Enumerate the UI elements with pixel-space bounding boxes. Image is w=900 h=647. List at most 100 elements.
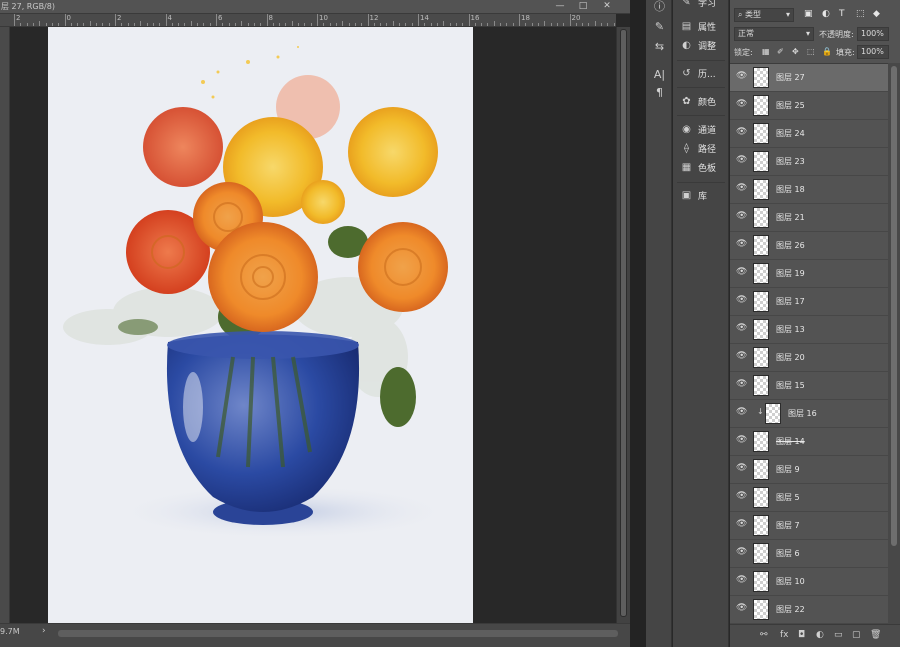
canvas-vertical-scrollbar[interactable] bbox=[616, 27, 630, 623]
layer-thumbnail[interactable] bbox=[753, 95, 769, 116]
layer-name[interactable]: 图层 9 bbox=[776, 464, 800, 475]
panel-history[interactable]: ↺ 历... bbox=[680, 67, 715, 81]
layer-thumbnail[interactable] bbox=[753, 571, 769, 592]
layer-name[interactable]: 图层 16 bbox=[788, 408, 817, 419]
eye-icon[interactable]: 👁 bbox=[736, 324, 747, 333]
layer-row[interactable]: 👁 图层 21 bbox=[730, 204, 888, 232]
eye-icon[interactable]: 👁 bbox=[736, 352, 747, 361]
layer-row[interactable]: 👁 图层 18 bbox=[730, 176, 888, 204]
layer-thumbnail[interactable] bbox=[753, 515, 769, 536]
panel-properties[interactable]: ▤ 属性 bbox=[680, 20, 716, 34]
scrollbar-thumb[interactable] bbox=[891, 66, 897, 546]
eye-icon[interactable]: 👁 bbox=[736, 380, 747, 389]
eye-icon[interactable]: 👁 bbox=[736, 492, 747, 501]
panel-swatches[interactable]: ▦ 色板 bbox=[680, 161, 716, 175]
layer-row[interactable]: 👁 图层 25 bbox=[730, 92, 888, 120]
info-icon[interactable]: ⓘ bbox=[653, 0, 666, 13]
layer-thumbnail[interactable] bbox=[753, 375, 769, 396]
layer-name[interactable]: 图层 5 bbox=[776, 492, 800, 503]
layer-row[interactable]: 👁 ↓ 图层 16 bbox=[730, 400, 888, 428]
horizontal-ruler[interactable]: 202468101214161820222426 bbox=[0, 14, 616, 27]
new-layer-icon[interactable]: ▢ bbox=[852, 630, 861, 640]
layer-thumbnail[interactable] bbox=[753, 67, 769, 88]
layer-thumbnail[interactable] bbox=[753, 151, 769, 172]
layer-row[interactable]: 👁 图层 19 bbox=[730, 260, 888, 288]
eye-icon[interactable]: 👁 bbox=[736, 128, 747, 137]
scrollbar-thumb[interactable] bbox=[620, 29, 627, 617]
layer-name[interactable]: 图层 26 bbox=[776, 240, 805, 251]
minimize-button[interactable]: — bbox=[550, 0, 570, 13]
eye-icon[interactable]: 👁 bbox=[736, 604, 747, 613]
layer-row[interactable]: 👁 图层 20 bbox=[730, 344, 888, 372]
paragraph-icon[interactable]: ¶ bbox=[653, 86, 666, 99]
layer-name[interactable]: 图层 27 bbox=[776, 72, 805, 83]
layer-row[interactable]: 👁 图层 13 bbox=[730, 316, 888, 344]
layer-row[interactable]: 👁 图层 22 bbox=[730, 596, 888, 624]
canvas-horizontal-scrollbar[interactable] bbox=[58, 630, 618, 637]
layer-thumbnail[interactable] bbox=[765, 403, 781, 424]
eye-icon[interactable]: 👁 bbox=[736, 100, 747, 109]
lock-all-icon[interactable]: 🔒 bbox=[822, 47, 832, 56]
layer-name[interactable]: 图层 7 bbox=[776, 520, 800, 531]
filter-shape-icon[interactable]: ⬚ bbox=[856, 9, 865, 19]
layer-name[interactable]: 图层 19 bbox=[776, 268, 805, 279]
panel-channels[interactable]: ◉ 通道 bbox=[680, 123, 716, 137]
layer-row[interactable]: 👁 图层 9 bbox=[730, 456, 888, 484]
layer-name[interactable]: 图层 25 bbox=[776, 100, 805, 111]
layer-row[interactable]: 👁 图层 17 bbox=[730, 288, 888, 316]
eye-icon[interactable]: 👁 bbox=[736, 156, 747, 165]
eye-icon[interactable]: 👁 bbox=[736, 520, 747, 529]
layer-row[interactable]: 👁 图层 10 bbox=[730, 568, 888, 596]
eye-icon[interactable]: 👁 bbox=[736, 296, 747, 305]
layer-row[interactable]: 👁 图层 15 bbox=[730, 372, 888, 400]
delete-layer-icon[interactable]: 🗑 bbox=[870, 630, 881, 640]
layer-thumbnail[interactable] bbox=[753, 543, 769, 564]
eye-icon[interactable]: 👁 bbox=[736, 548, 747, 557]
lock-position-icon[interactable]: ✥ bbox=[792, 47, 799, 56]
character-icon[interactable]: A| bbox=[653, 68, 666, 81]
opacity-input[interactable]: 100% bbox=[857, 27, 889, 41]
eye-icon[interactable]: 👁 bbox=[736, 212, 747, 221]
fill-input[interactable]: 100% bbox=[857, 45, 889, 59]
lock-image-icon[interactable]: ✐ bbox=[777, 47, 784, 56]
brush-settings-icon[interactable]: ✎ bbox=[653, 20, 666, 33]
layer-row[interactable]: 👁 图层 14 bbox=[730, 428, 888, 456]
maximize-button[interactable]: □ bbox=[573, 0, 593, 13]
layer-thumbnail[interactable] bbox=[753, 459, 769, 480]
layer-thumbnail[interactable] bbox=[753, 263, 769, 284]
vertical-ruler[interactable] bbox=[0, 27, 10, 623]
layer-row[interactable]: 👁 图层 23 bbox=[730, 148, 888, 176]
blend-mode-select[interactable]: 正常 ▾ bbox=[734, 27, 814, 41]
layer-name[interactable]: 图层 15 bbox=[776, 380, 805, 391]
eye-icon[interactable]: 👁 bbox=[736, 268, 747, 277]
filter-adjustment-icon[interactable]: ◐ bbox=[822, 9, 830, 19]
layer-name[interactable]: 图层 21 bbox=[776, 212, 805, 223]
layer-name[interactable]: 图层 20 bbox=[776, 352, 805, 363]
layer-name[interactable]: 图层 13 bbox=[776, 324, 805, 335]
filter-smart-object-icon[interactable]: ◆ bbox=[873, 9, 880, 19]
lock-transparent-icon[interactable]: ▦ bbox=[762, 47, 770, 56]
document-tab[interactable]: 层 27, RGB/8) — □ ✕ bbox=[0, 0, 630, 14]
layer-style-fx-icon[interactable]: fx bbox=[780, 630, 789, 640]
eye-icon[interactable]: 👁 bbox=[736, 184, 747, 193]
layer-thumbnail[interactable] bbox=[753, 487, 769, 508]
filter-type-icon[interactable]: T bbox=[839, 9, 845, 19]
panel-paths[interactable]: ⟠ 路径 bbox=[680, 142, 716, 156]
layer-name[interactable]: 图层 24 bbox=[776, 128, 805, 139]
layer-name[interactable]: 图层 22 bbox=[776, 604, 805, 615]
eye-icon[interactable]: 👁 bbox=[736, 408, 747, 417]
layer-thumbnail[interactable] bbox=[753, 319, 769, 340]
layer-thumbnail[interactable] bbox=[753, 431, 769, 452]
eye-icon[interactable]: 👁 bbox=[736, 464, 747, 473]
adjustment-layer-icon[interactable]: ◐ bbox=[816, 630, 824, 640]
layers-scrollbar[interactable] bbox=[888, 63, 900, 624]
layer-name[interactable]: 图层 18 bbox=[776, 184, 805, 195]
layer-row[interactable]: 👁 图层 26 bbox=[730, 232, 888, 260]
panel-adjustments[interactable]: ◐ 调整 bbox=[680, 39, 716, 53]
layer-thumbnail[interactable] bbox=[753, 347, 769, 368]
link-layers-icon[interactable]: ⚯ bbox=[760, 630, 768, 640]
close-button[interactable]: ✕ bbox=[597, 0, 617, 13]
status-menu-arrow[interactable]: › bbox=[42, 626, 46, 636]
brush-presets-icon[interactable]: ⇆ bbox=[653, 40, 666, 53]
layer-row[interactable]: 👁 图层 7 bbox=[730, 512, 888, 540]
